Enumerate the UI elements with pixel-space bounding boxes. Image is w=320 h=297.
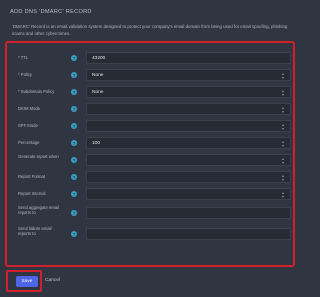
subdomain-policy-value: None <box>92 89 104 95</box>
failure-reports-input[interactable] <box>86 228 291 240</box>
percentage-label: Percentage <box>18 140 40 145</box>
select-caret-icon <box>281 141 285 147</box>
report-interval-label: Report Interval <box>18 191 46 196</box>
help-icon[interactable]: ? <box>71 210 77 216</box>
policy-label: * Policy <box>18 72 32 77</box>
generate-report-select[interactable] <box>86 154 291 166</box>
help-icon[interactable]: ? <box>71 72 77 78</box>
policy-select[interactable]: None <box>86 69 291 81</box>
help-icon[interactable]: ? <box>71 157 77 163</box>
ttl-label: * TTL <box>18 55 29 60</box>
save-button[interactable]: Save <box>16 276 38 287</box>
spf-mode-label: SPF Mode <box>18 123 38 128</box>
report-format-label: Report Format <box>18 174 45 179</box>
percentage-select[interactable]: 100 <box>86 137 291 149</box>
aggregate-reports-label: Send aggregate email reports to <box>18 205 59 216</box>
cancel-button[interactable]: Cancel <box>45 278 60 283</box>
help-icon[interactable]: ? <box>71 106 77 112</box>
failure-reports-label: Send failure email reports to <box>18 226 52 237</box>
select-caret-icon <box>281 90 285 96</box>
percentage-value: 100 <box>92 140 101 146</box>
select-caret-icon <box>281 107 285 113</box>
select-caret-icon <box>281 158 285 164</box>
help-icon[interactable]: ? <box>71 140 77 146</box>
help-icon[interactable]: ? <box>71 231 77 237</box>
page-description: 'DMARC' Record is an email validation sy… <box>12 24 288 36</box>
help-icon[interactable]: ? <box>71 174 77 180</box>
report-interval-select[interactable] <box>86 188 291 200</box>
subdomain-policy-select[interactable]: None <box>86 86 291 98</box>
spf-mode-select[interactable] <box>86 120 291 132</box>
generate-report-label: Generate report when <box>18 154 59 159</box>
help-icon[interactable]: ? <box>71 191 77 197</box>
help-icon[interactable]: ? <box>71 89 77 95</box>
dkim-mode-select[interactable] <box>86 103 291 115</box>
dmarc-form-panel: * TTL ? 43200 * Policy ? None * Subdomai… <box>5 41 295 267</box>
subdomain-policy-label: * Subdomain Policy <box>18 89 55 94</box>
help-icon[interactable]: ? <box>71 55 77 61</box>
select-caret-icon <box>281 175 285 181</box>
select-caret-icon <box>281 73 285 79</box>
page-title: ADD DNS 'DMARC' RECORD <box>10 9 92 15</box>
select-caret-icon <box>281 192 285 198</box>
help-icon[interactable]: ? <box>71 123 77 129</box>
select-caret-icon <box>281 124 285 130</box>
ttl-value: 43200 <box>92 55 106 61</box>
report-format-select[interactable] <box>86 171 291 183</box>
policy-value: None <box>92 72 104 78</box>
dkim-mode-label: DKIM Mode <box>18 106 41 111</box>
aggregate-reports-input[interactable] <box>86 207 291 219</box>
ttl-input[interactable]: 43200 <box>86 52 291 64</box>
